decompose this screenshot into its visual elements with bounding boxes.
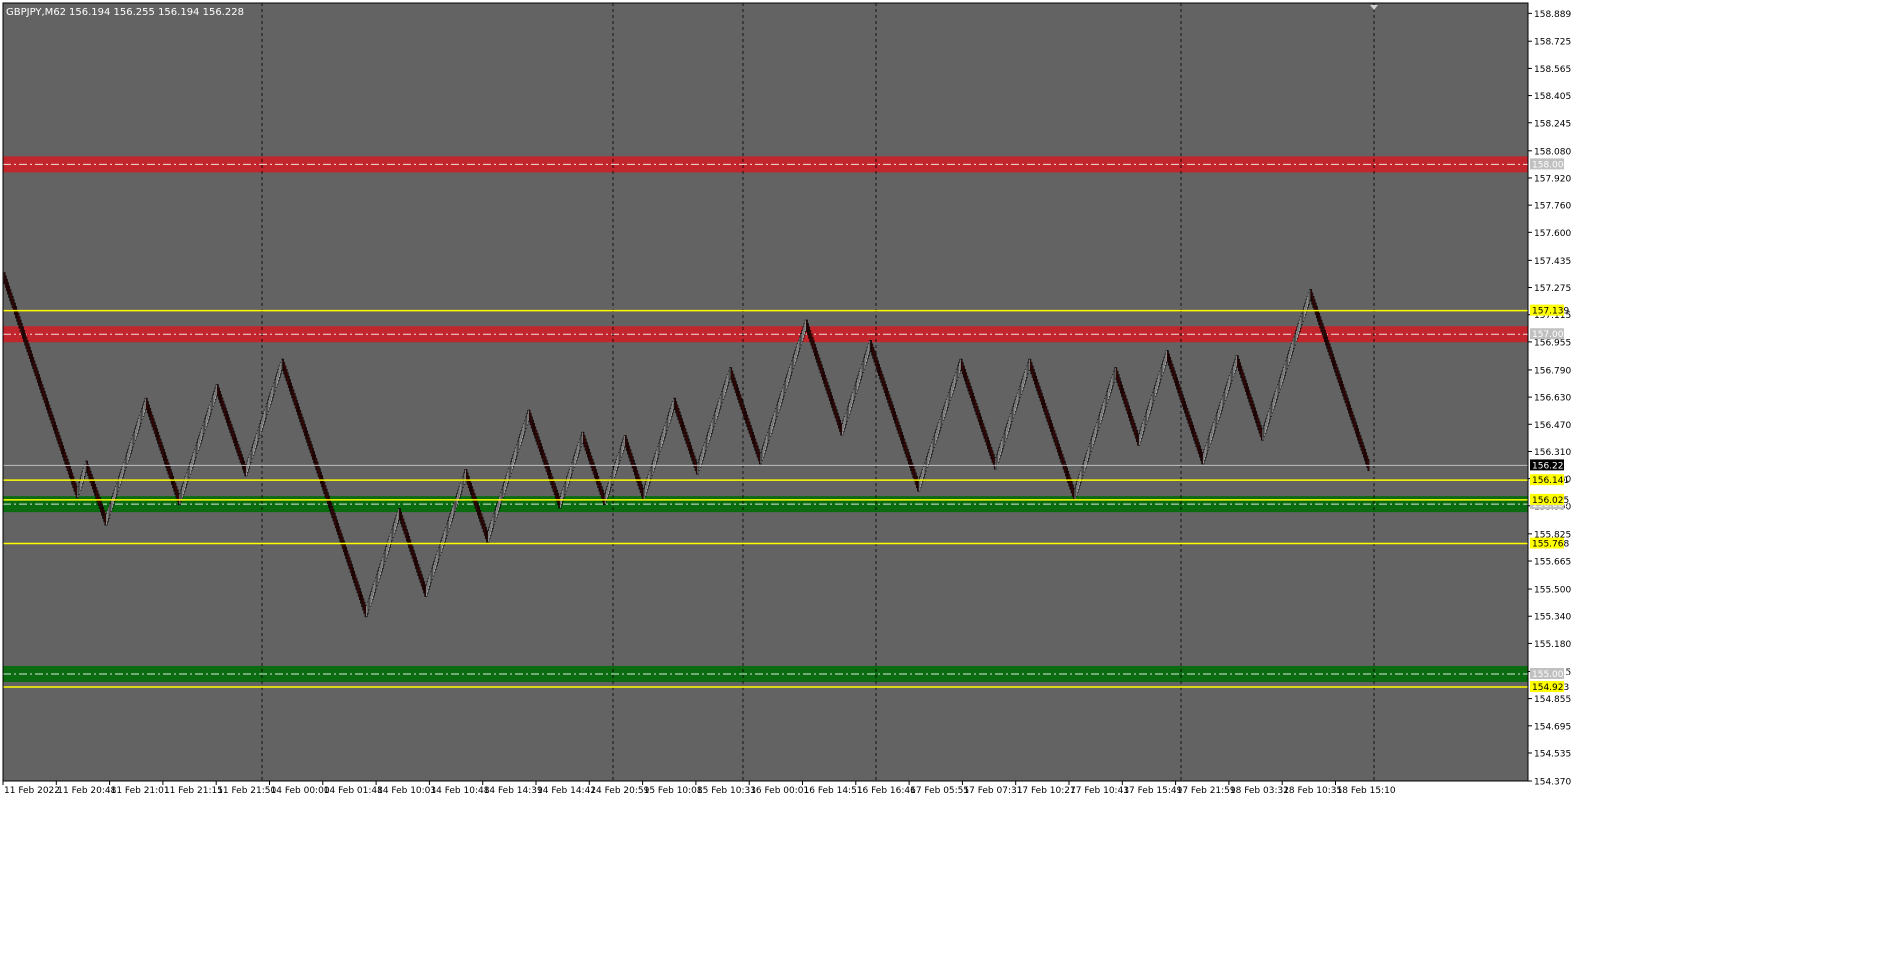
zone-price-label: 157.000 <box>1532 330 1569 340</box>
y-tick-label: 154.370 <box>1534 778 1571 788</box>
x-tick-label: 17 Feb 15:49 <box>1123 786 1182 796</box>
y-tick-label: 154.695 <box>1534 722 1571 732</box>
ohlc-readout: 156.194 156.255 156.194 156.228 <box>69 7 244 18</box>
x-tick-label: 15 Feb 10:33 <box>697 786 756 796</box>
y-tick-label: 158.405 <box>1534 92 1571 102</box>
y-tick-label: 156.790 <box>1534 366 1571 376</box>
x-tick-label: 15 Feb 10:08 <box>644 786 703 796</box>
zone-price-label: 158.000 <box>1532 160 1569 170</box>
x-tick-label: 14 Feb 14:42 <box>537 786 596 796</box>
y-tick-label: 157.760 <box>1534 202 1571 212</box>
x-tick-label: 16 Feb 00:01 <box>750 786 809 796</box>
chart-window[interactable]: 158.889 158.725 158.565 158.405 158.245 158.0… <box>0 0 1890 962</box>
y-tick-label: 156.470 <box>1534 421 1571 431</box>
y-tick-label: 158.080 <box>1534 147 1571 157</box>
x-tick-label: 17 Feb 07:31 <box>963 786 1022 796</box>
x-tick-label: 11 Feb 21:01 <box>111 786 170 796</box>
y-tick-label: 155.340 <box>1534 613 1571 623</box>
plot-area <box>3 3 1528 781</box>
x-tick-label: 14 Feb 01:48 <box>324 786 383 796</box>
x-tick-label: 17 Feb 21:59 <box>1177 786 1236 796</box>
y-tick-label: 154.855 <box>1534 695 1571 705</box>
x-tick-label: 16 Feb 16:46 <box>857 786 916 796</box>
x-tick-label: 17 Feb 10:27 <box>1017 786 1076 796</box>
y-tick-label: 157.275 <box>1534 284 1571 294</box>
x-tick-label: 14 Feb 20:59 <box>590 786 649 796</box>
x-tick-label: 17 Feb 05:55 <box>910 786 969 796</box>
y-tick-label: 155.180 <box>1534 640 1571 650</box>
bid-price-label: 156.228 <box>1532 461 1569 471</box>
y-tick-label: 155.665 <box>1534 558 1571 568</box>
x-tick-label: 11 Feb 2022 <box>4 786 60 796</box>
level-price-label: 156.025 <box>1532 496 1569 506</box>
level-price-label: 156.141 <box>1532 476 1569 486</box>
y-tick-label: 158.889 <box>1534 10 1571 20</box>
x-tick-label: 14 Feb 10:03 <box>377 786 436 796</box>
level-price-label: 155.768 <box>1532 540 1569 550</box>
x-tick-label: 18 Feb 10:35 <box>1283 786 1342 796</box>
y-tick-label: 155.500 <box>1534 586 1571 596</box>
y-tick-label: 157.600 <box>1534 229 1571 239</box>
renko-chart[interactable]: 158.889 158.725 158.565 158.405 158.245 158.0… <box>0 0 1890 962</box>
x-tick-label: 14 Feb 00:00 <box>271 786 330 796</box>
x-tick-label: 16 Feb 14:51 <box>804 786 863 796</box>
y-tick-label: 158.245 <box>1534 119 1571 129</box>
x-tick-label: 11 Feb 21:15 <box>164 786 223 796</box>
y-tick-label: 156.630 <box>1534 394 1571 404</box>
level-price-label: 157.139 <box>1532 307 1569 317</box>
x-tick-label: 11 Feb 21:50 <box>217 786 276 796</box>
x-tick-label: 14 Feb 10:48 <box>430 786 489 796</box>
y-tick-label: 156.310 <box>1534 448 1571 458</box>
x-tick-label: 18 Feb 15:10 <box>1337 786 1396 796</box>
y-tick-label: 158.565 <box>1534 65 1571 75</box>
symbol-label: GBPJPY,M62 <box>6 7 66 18</box>
zone-price-label: 155.000 <box>1532 670 1569 680</box>
y-tick-label: 157.920 <box>1534 174 1571 184</box>
y-tick-label: 157.435 <box>1534 257 1571 267</box>
x-tick-label: 17 Feb 10:43 <box>1070 786 1129 796</box>
x-tick-label: 18 Feb 03:32 <box>1230 786 1289 796</box>
x-tick-label: 14 Feb 14:39 <box>484 786 543 796</box>
y-tick-label: 158.725 <box>1534 38 1571 48</box>
x-tick-label: 11 Feb 20:48 <box>57 786 116 796</box>
level-price-label: 154.923 <box>1532 683 1569 693</box>
y-tick-label: 154.535 <box>1534 749 1571 759</box>
